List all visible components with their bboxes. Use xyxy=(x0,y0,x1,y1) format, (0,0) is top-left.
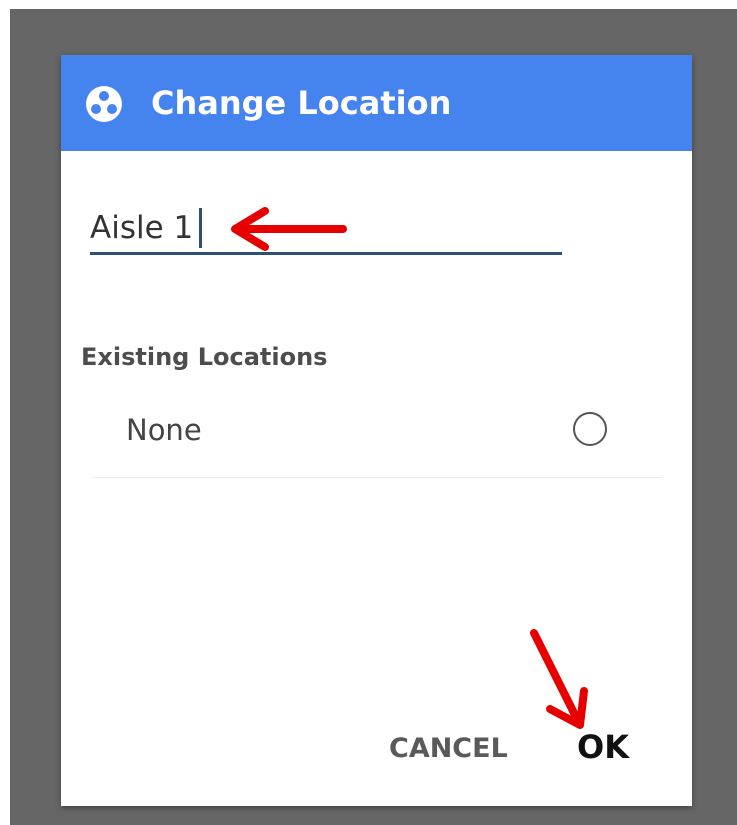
text-cursor xyxy=(199,208,202,248)
ok-button[interactable]: OK xyxy=(577,727,629,767)
change-location-dialog: Change Location Existing Locations None … xyxy=(61,55,692,806)
location-option-label: None xyxy=(126,413,202,447)
existing-locations-label: Existing Locations xyxy=(81,343,328,371)
annotation-arrow-left-icon xyxy=(231,207,347,251)
radio-button[interactable] xyxy=(573,412,607,446)
annotation-arrow-down-icon xyxy=(530,629,588,729)
location-pin-icon xyxy=(86,86,122,122)
dialog-title: Change Location xyxy=(151,84,452,122)
location-option-none[interactable]: None xyxy=(92,397,662,478)
dialog-title-bar: Change Location xyxy=(61,55,692,151)
cancel-button[interactable]: CANCEL xyxy=(389,731,508,767)
